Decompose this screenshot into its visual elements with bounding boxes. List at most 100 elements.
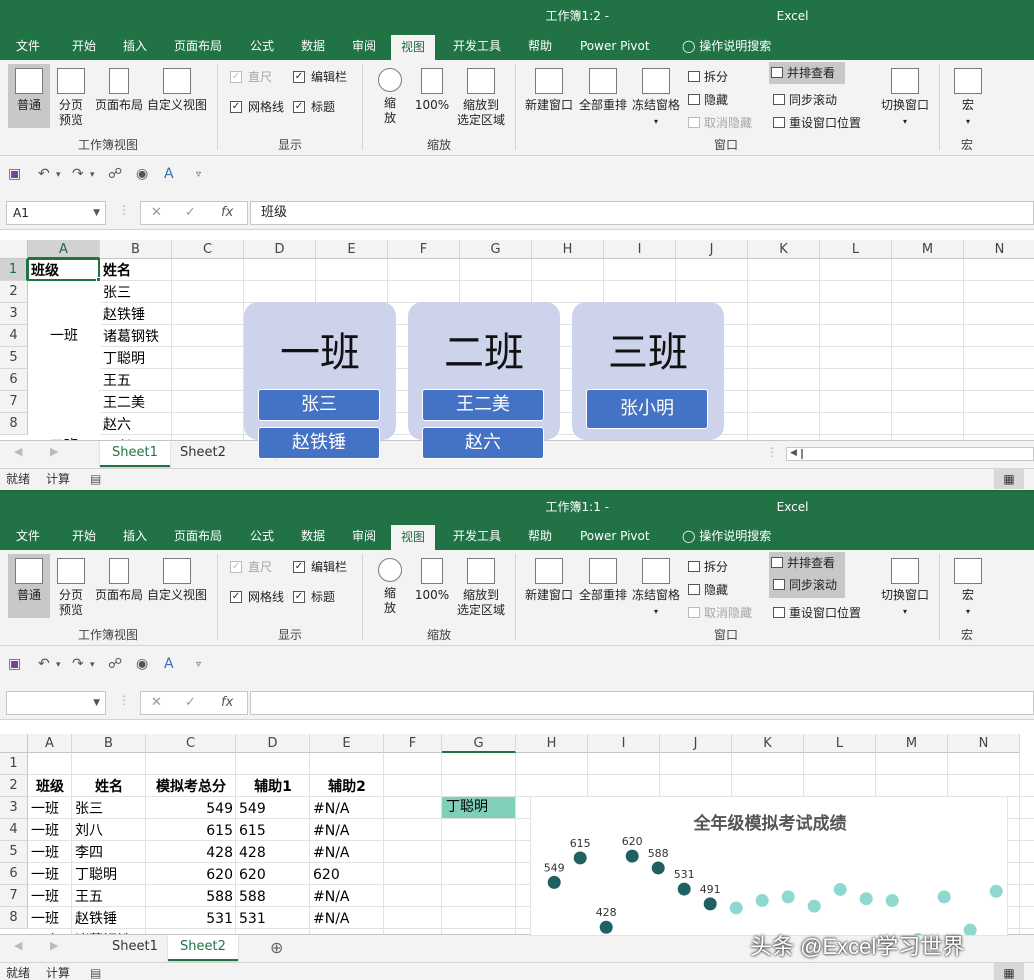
tab-developer[interactable]: 开发工具	[443, 522, 511, 550]
student-button[interactable]: 赵六	[422, 427, 544, 459]
macros-button[interactable]: 宏 ▾	[948, 64, 988, 129]
cell-a3[interactable]: 一班	[31, 799, 69, 819]
student-button[interactable]: 张小明	[586, 389, 708, 429]
column-header-c[interactable]: C	[146, 734, 236, 753]
data-point[interactable]	[859, 892, 873, 906]
hide-button[interactable]: 隐藏	[686, 581, 728, 599]
redo-icon[interactable]: ↷	[72, 166, 84, 182]
cell-b6[interactable]: 丁聪明	[75, 865, 143, 885]
chevron-down-icon[interactable]: ▾	[56, 170, 61, 180]
page-layout-view-button[interactable]: 页面布局	[92, 64, 146, 113]
print-preview-icon[interactable]: ☍	[108, 656, 122, 672]
resize-handle-icon[interactable]: ⋮	[118, 203, 130, 217]
save-icon[interactable]: ▣	[8, 656, 21, 672]
zoom-100-button[interactable]: 100%	[412, 554, 452, 603]
add-sheet-icon[interactable]: ⊕	[270, 938, 283, 957]
scroll-thumb[interactable]	[801, 449, 803, 459]
arrange-all-button[interactable]: 全部重排	[576, 554, 630, 603]
tab-power-pivot[interactable]: Power Pivot	[570, 32, 660, 60]
tab-data[interactable]: 数据	[291, 522, 335, 550]
ruler-checkbox[interactable]: ✓ 直尺	[230, 558, 272, 576]
custom-views-button[interactable]: 自定义视图	[146, 64, 208, 113]
row-header-4[interactable]: 4	[0, 325, 28, 347]
undo-icon[interactable]: ↶	[38, 656, 50, 672]
column-header-i[interactable]: I	[604, 240, 676, 259]
headings-checkbox[interactable]: ✓ 标题	[293, 588, 335, 606]
column-header-n[interactable]: N	[964, 240, 1034, 259]
column-header-l[interactable]: L	[804, 734, 876, 753]
normal-view-status-icon[interactable]: ▦	[994, 963, 1024, 980]
cancel-icon[interactable]: ✕	[151, 695, 162, 710]
sheet-tab-sheet2[interactable]: Sheet2	[168, 935, 238, 961]
column-header-d[interactable]: D	[244, 240, 316, 259]
row-header-8[interactable]: 8	[0, 907, 28, 929]
column-header-f[interactable]: F	[384, 734, 442, 753]
student-button[interactable]: 赵铁锤	[258, 427, 380, 459]
horizontal-scrollbar[interactable]: ◀	[786, 447, 1034, 461]
row-header-5[interactable]: 5	[0, 841, 28, 863]
view-side-by-side-button[interactable]: 并排查看	[769, 62, 845, 84]
new-window-button[interactable]: 新建窗口	[522, 554, 576, 603]
class-card-3[interactable]: 三班 张小明	[572, 302, 724, 440]
column-header-g[interactable]: G	[442, 734, 516, 753]
cell-a5[interactable]: 一班	[31, 843, 69, 863]
cell-a8[interactable]: 一班	[31, 909, 69, 929]
tab-help[interactable]: 帮助	[518, 32, 562, 60]
name-box[interactable]: A1 ▼	[6, 201, 106, 225]
cell-c8[interactable]: 531	[149, 909, 233, 929]
cell-b1[interactable]: 姓名	[103, 261, 171, 281]
row-header-5[interactable]: 5	[0, 347, 28, 369]
select-all-corner[interactable]	[0, 734, 28, 753]
fill-handle[interactable]	[96, 277, 101, 282]
data-point[interactable]	[807, 899, 821, 913]
scroll-left-icon[interactable]: ◀	[790, 448, 797, 458]
sheet-tab-sheet1[interactable]: Sheet1	[100, 441, 170, 467]
synchronous-scrolling-button[interactable]: 同步滚动	[771, 91, 837, 109]
formula-input[interactable]: 班级	[250, 201, 1034, 225]
formula-input[interactable]	[250, 691, 1034, 715]
row-header-6[interactable]: 6	[0, 863, 28, 885]
cell-e6[interactable]: 620	[313, 865, 381, 885]
gridlines-checkbox[interactable]: ✓ 网格线	[230, 588, 284, 606]
cell-e4[interactable]: #N/A	[313, 821, 381, 841]
data-point[interactable]	[651, 861, 665, 875]
ruler-checkbox[interactable]: ✓ 直尺	[230, 68, 272, 86]
cell-b4[interactable]: 刘八	[75, 821, 143, 841]
normal-view-status-icon[interactable]: ▦	[994, 469, 1024, 489]
tab-home[interactable]: 开始	[62, 522, 106, 550]
tab-view[interactable]: 视图	[391, 525, 436, 550]
tab-view[interactable]: 视图	[391, 35, 436, 60]
split-button[interactable]: 拆分	[686, 68, 728, 86]
row-header-1[interactable]: 1	[0, 259, 28, 281]
macro-record-icon[interactable]: ▤	[90, 469, 101, 489]
column-header-c[interactable]: C	[172, 240, 244, 259]
column-header-a[interactable]: A	[28, 734, 72, 753]
row-header-8[interactable]: 8	[0, 413, 28, 435]
tab-insert[interactable]: 插入	[113, 32, 157, 60]
freeze-panes-button[interactable]: 冻结窗格 ▾	[630, 554, 682, 619]
insert-function-icon[interactable]: fx	[221, 695, 233, 710]
column-header-d[interactable]: D	[236, 734, 310, 753]
cell-b2[interactable]: 姓名	[75, 777, 143, 797]
row-header-4[interactable]: 4	[0, 819, 28, 841]
row-header-7[interactable]: 7	[0, 391, 28, 413]
page-layout-view-button[interactable]: 页面布局	[92, 554, 146, 603]
cell-a2-merged[interactable]: 一班	[28, 282, 100, 390]
camera-icon[interactable]: ◉	[136, 656, 148, 672]
data-point[interactable]	[937, 890, 951, 904]
student-button[interactable]: 张三	[258, 389, 380, 421]
column-header-g[interactable]: G	[460, 240, 532, 259]
column-header-m[interactable]: M	[892, 240, 964, 259]
scatter-chart[interactable]: 全年级模拟考试成绩 549 615 428 620 588 531 491	[530, 796, 1008, 936]
tab-page-layout[interactable]: 页面布局	[164, 32, 232, 60]
column-header-m[interactable]: M	[876, 734, 948, 753]
cell-a4[interactable]: 一班	[31, 821, 69, 841]
cell-b8[interactable]: 赵六	[103, 415, 171, 435]
column-header-n[interactable]: N	[948, 734, 1020, 753]
row-header-6[interactable]: 6	[0, 369, 28, 391]
cell-e5[interactable]: #N/A	[313, 843, 381, 863]
formula-bar-checkbox[interactable]: ✓ 编辑栏	[293, 558, 347, 576]
cell-b5[interactable]: 丁聪明	[103, 349, 171, 369]
tab-data[interactable]: 数据	[291, 32, 335, 60]
row-header-2[interactable]: 2	[0, 281, 28, 303]
